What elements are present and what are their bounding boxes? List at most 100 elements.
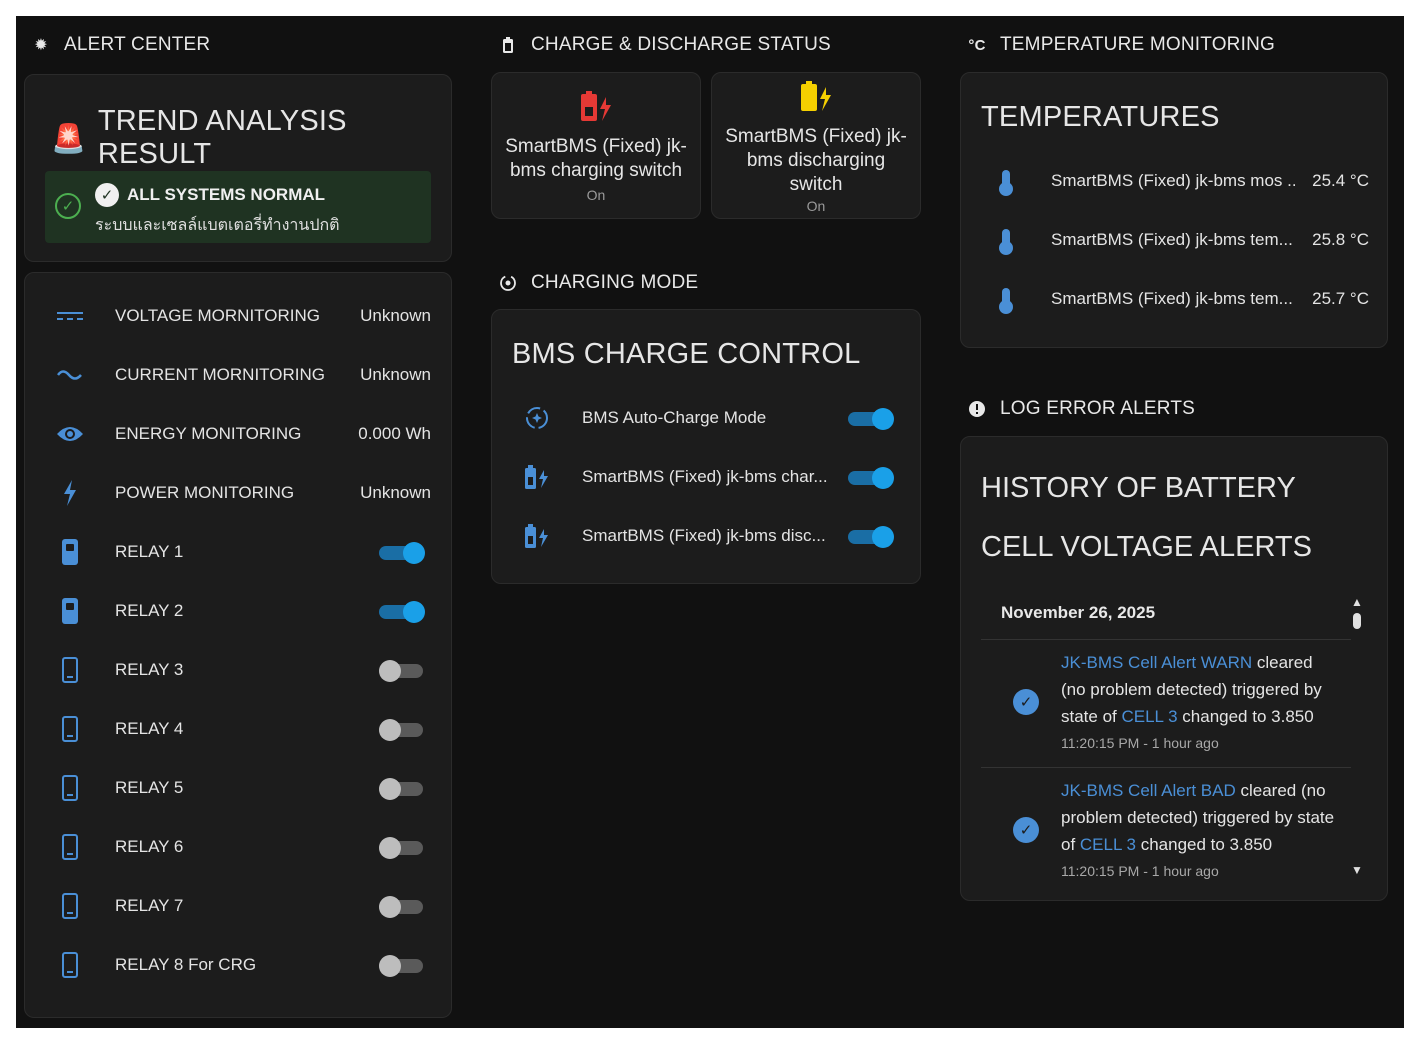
relay-row-4: RELAY 4 bbox=[25, 699, 451, 758]
temperatures-card: TEMPERATURES SmartBMS (Fixed) jk-bms mos… bbox=[960, 72, 1388, 348]
relay-row-3: RELAY 3 bbox=[25, 640, 451, 699]
relay-row-1: RELAY 1 bbox=[25, 522, 451, 581]
temperature-column: °C TEMPERATURE MONITORING TEMPERATURES S… bbox=[960, 16, 1388, 901]
alert-center-title: ALERT CENTER bbox=[64, 34, 211, 55]
relay-row-7: RELAY 7 bbox=[25, 876, 451, 935]
entry-text: JK-BMS Cell Alert BAD cleared (no proble… bbox=[1061, 777, 1341, 858]
relay-2-toggle[interactable] bbox=[379, 600, 425, 623]
divider bbox=[981, 767, 1351, 768]
relay-row-6: RELAY 6 bbox=[25, 817, 451, 876]
relay-5-toggle[interactable] bbox=[379, 777, 425, 800]
battery-charging-icon bbox=[492, 523, 582, 549]
lightning-icon bbox=[25, 479, 115, 506]
monitor-row-current[interactable]: CURRENT MORNITORING Unknown bbox=[25, 345, 451, 404]
history-date: November 26, 2025 bbox=[1001, 603, 1156, 622]
battery-icon bbox=[497, 37, 519, 53]
alarm-light-icon: 🚨 bbox=[51, 122, 86, 154]
bms-card-title: BMS CHARGE CONTROL bbox=[512, 338, 861, 370]
cell-link[interactable]: CELL 3 bbox=[1121, 707, 1177, 726]
discharging-switch-toggle[interactable] bbox=[848, 525, 894, 548]
relay-off-icon bbox=[62, 715, 78, 742]
battery-charging-icon bbox=[492, 464, 582, 490]
relay-on-icon bbox=[62, 597, 78, 624]
relay-8-toggle[interactable] bbox=[379, 954, 425, 977]
relay-label: RELAY 1 bbox=[115, 541, 184, 561]
history-entry: ✓ JK-BMS Cell Alert WARN cleared (no pro… bbox=[981, 649, 1351, 769]
log-alerts-header: LOG ERROR ALERTS bbox=[960, 380, 1388, 438]
bms-row-label: SmartBMS (Fixed) jk-bms disc... bbox=[582, 525, 826, 545]
thermometer-icon bbox=[999, 169, 1013, 196]
discharging-switch-tile[interactable]: SmartBMS (Fixed) jk-bms discharging swit… bbox=[711, 72, 921, 219]
trend-analysis-card: 🚨 TREND ANALYSIS RESULT ✓ ✓ ALL SYSTEMS … bbox=[24, 74, 452, 262]
entry-time: 11:20:15 PM - 1 hour ago bbox=[1061, 863, 1219, 879]
bms-row-label: SmartBMS (Fixed) jk-bms char... bbox=[582, 466, 828, 486]
tile-state: On bbox=[806, 198, 826, 214]
monitor-row-voltage[interactable]: VOLTAGE MORNITORING Unknown bbox=[25, 286, 451, 345]
temperature-title: TEMPERATURE MONITORING bbox=[1000, 34, 1275, 55]
relay-6-toggle[interactable] bbox=[379, 836, 425, 859]
relay-label: RELAY 5 bbox=[115, 777, 184, 797]
thermometer-icon bbox=[999, 228, 1013, 255]
relay-row-5: RELAY 5 bbox=[25, 758, 451, 817]
scroll-down-icon[interactable]: ▼ bbox=[1351, 863, 1363, 877]
check-circle-icon: ✓ bbox=[95, 183, 119, 207]
cell-link[interactable]: CELL 3 bbox=[1080, 835, 1136, 854]
relay-4-toggle[interactable] bbox=[379, 718, 425, 741]
log-alerts-title: LOG ERROR ALERTS bbox=[1000, 398, 1196, 419]
monitor-label: VOLTAGE MORNITORING bbox=[115, 305, 320, 325]
charging-mode-header: CHARGING MODE bbox=[491, 254, 921, 312]
relay-off-icon bbox=[62, 951, 78, 978]
status-subtitle: ระบบและเซลล์แบตเตอรี่ทำงานปกติ bbox=[95, 217, 340, 234]
trend-header: 🚨 TREND ANALYSIS RESULT bbox=[51, 105, 451, 171]
scroll-up-icon[interactable]: ▲ bbox=[1351, 595, 1363, 609]
thermometer-icon bbox=[999, 287, 1013, 314]
temperature-header: °C TEMPERATURE MONITORING bbox=[960, 16, 1388, 74]
bms-row-charging: SmartBMS (Fixed) jk-bms char... bbox=[492, 447, 920, 506]
battery-discharging-icon bbox=[712, 81, 920, 121]
charge-status-header: CHARGE & DISCHARGE STATUS bbox=[491, 16, 921, 74]
temp-label: SmartBMS (Fixed) jk-bms tem... bbox=[1051, 288, 1293, 308]
monitor-value: Unknown bbox=[360, 482, 431, 502]
status-title-row: ✓ ALL SYSTEMS NORMAL bbox=[95, 183, 325, 207]
relay-off-icon bbox=[62, 833, 78, 860]
bms-charge-control-card: BMS CHARGE CONTROL BMS Auto-Charge Mode … bbox=[491, 309, 921, 584]
charge-status-title: CHARGE & DISCHARGE STATUS bbox=[531, 34, 831, 55]
monitor-row-energy[interactable]: ENERGY MONITORING 0.000 Wh bbox=[25, 404, 451, 463]
monitor-row-power[interactable]: POWER MONITORING Unknown bbox=[25, 463, 451, 522]
entity-link[interactable]: JK-BMS Cell Alert BAD bbox=[1061, 781, 1236, 800]
auto-charge-toggle[interactable] bbox=[848, 407, 894, 430]
alert-center-column: ✹ ALERT CENTER 🚨 TREND ANALYSIS RESULT ✓… bbox=[24, 16, 452, 1018]
entry-text-part: changed to 3.850 bbox=[1135, 835, 1273, 854]
temp-value: 25.8 °C bbox=[1312, 229, 1369, 249]
temp-label: SmartBMS (Fixed) jk-bms tem... bbox=[1051, 229, 1293, 249]
bms-row-discharging: SmartBMS (Fixed) jk-bms disc... bbox=[492, 506, 920, 565]
charging-switch-toggle[interactable] bbox=[848, 466, 894, 489]
siren-icon: ✹ bbox=[34, 37, 48, 54]
relay-1-toggle[interactable] bbox=[379, 541, 425, 564]
charging-switch-tile[interactable]: SmartBMS (Fixed) jk-bms charging switch … bbox=[491, 72, 701, 219]
entry-text-part: changed to 3.850 bbox=[1177, 707, 1314, 726]
dashboard: ✹ ALERT CENTER 🚨 TREND ANALYSIS RESULT ✓… bbox=[16, 16, 1404, 1028]
tile-name: SmartBMS (Fixed) jk-bms discharging swit… bbox=[725, 126, 907, 195]
temperatures-card-title: TEMPERATURES bbox=[981, 101, 1220, 133]
temp-row-2[interactable]: SmartBMS (Fixed) jk-bms tem... 25.8 °C bbox=[961, 210, 1387, 269]
monitor-value: 0.000 Wh bbox=[358, 423, 431, 443]
status-title: ALL SYSTEMS NORMAL bbox=[127, 185, 326, 204]
temp-row-1[interactable]: SmartBMS (Fixed) jk-bms mos ... 25.4 °C bbox=[961, 151, 1387, 210]
trend-title: TREND ANALYSIS RESULT bbox=[97, 105, 347, 170]
relay-7-toggle[interactable] bbox=[379, 895, 425, 918]
entry-text: JK-BMS Cell Alert WARN cleared (no probl… bbox=[1061, 649, 1341, 730]
scrollbar-thumb[interactable] bbox=[1353, 613, 1361, 629]
relay-row-8: RELAY 8 For CRG bbox=[25, 935, 451, 994]
auto-mode-icon bbox=[497, 274, 519, 292]
entity-link[interactable]: JK-BMS Cell Alert WARN bbox=[1061, 653, 1252, 672]
charge-column: CHARGE & DISCHARGE STATUS SmartBMS (Fixe… bbox=[491, 16, 921, 584]
monitoring-list-card: VOLTAGE MORNITORING Unknown CURRENT MORN… bbox=[24, 272, 452, 1018]
temp-row-3[interactable]: SmartBMS (Fixed) jk-bms tem... 25.7 °C bbox=[961, 269, 1387, 328]
bms-row-auto-charge: BMS Auto-Charge Mode bbox=[492, 388, 920, 447]
alert-circle-icon bbox=[966, 400, 988, 418]
relay-label: RELAY 3 bbox=[115, 659, 184, 679]
tile-state: On bbox=[586, 187, 606, 203]
relay-3-toggle[interactable] bbox=[379, 659, 425, 682]
check-circle-icon: ✓ bbox=[1013, 689, 1039, 715]
